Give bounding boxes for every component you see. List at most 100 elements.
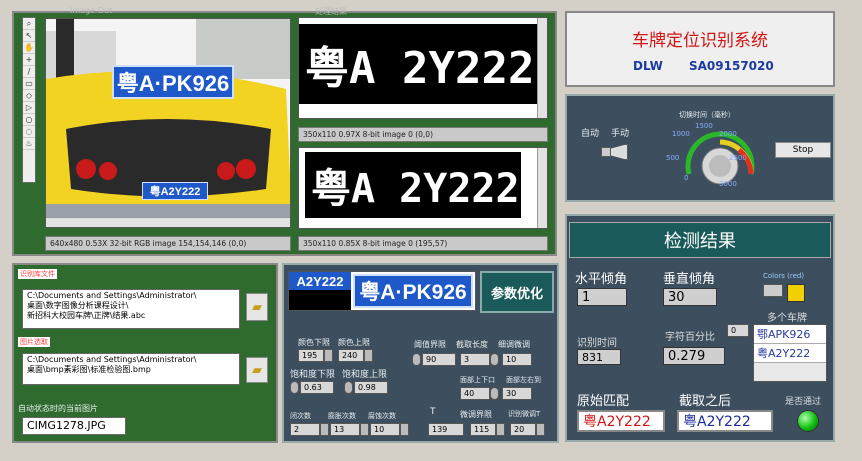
knob-tick: 1000: [672, 130, 690, 138]
tool-icon[interactable]: ▭: [23, 78, 35, 90]
knob-tick: 1500: [695, 122, 713, 130]
knob-title: 切换时间（毫秒）: [679, 111, 735, 119]
file-panel: 识别库文件 C:\Documents and Settings\Administ…: [12, 263, 278, 443]
tool-icon[interactable]: ♨: [23, 138, 35, 150]
color-picker-button[interactable]: [763, 284, 783, 297]
knob-tick: 0: [684, 174, 689, 182]
tool-icon[interactable]: /: [23, 66, 35, 78]
close-input[interactable]: 2: [290, 423, 320, 436]
cut-length-spinner[interactable]: [490, 353, 499, 366]
threshold-label: 阈值界限: [414, 340, 446, 349]
cut-length-input[interactable]: 3: [460, 353, 490, 366]
binary-plate-top: 粤A 2Y222: [299, 24, 537, 104]
recog-tune-spinner[interactable]: [536, 423, 545, 436]
tool-icon[interactable]: ▷: [23, 102, 35, 114]
image-out-title: Image Out: [70, 6, 113, 15]
colors-label: Colors (red): [763, 272, 805, 280]
scrollbar-vertical[interactable]: [537, 18, 547, 118]
knob-tick: 500: [666, 154, 680, 162]
sat-low-input[interactable]: 0.63: [300, 381, 334, 394]
mode-manual-label: 手动: [611, 129, 630, 139]
updown-input[interactable]: 40: [460, 387, 490, 400]
dilate-value: 10: [374, 425, 385, 434]
sat-high-value: 0.98: [358, 383, 376, 392]
color-swatch[interactable]: [787, 284, 805, 302]
color-high-input[interactable]: 240: [338, 349, 364, 362]
binary-plate-view-bottom[interactable]: 粤A 2Y222: [298, 147, 548, 229]
multi-plate-list[interactable]: 鄂APK926 粤A2Y222: [753, 324, 827, 382]
horizontal-scrollbar[interactable]: [46, 217, 290, 227]
tool-icon[interactable]: ◇: [23, 90, 35, 102]
tune-bound-value: 115: [474, 425, 490, 434]
recog-tune-input[interactable]: 20: [510, 423, 536, 436]
dilate-input[interactable]: 10: [370, 423, 400, 436]
recog-tune-value: 20: [514, 425, 525, 434]
cut-length-value: 3: [464, 355, 470, 364]
tool-icon[interactable]: ◌: [23, 126, 35, 138]
after-value: 粤A2Y222: [677, 410, 773, 432]
mode-toggle-switch[interactable]: [601, 144, 629, 160]
library-browse-button[interactable]: ▰: [246, 293, 268, 321]
tool-icon[interactable]: ○: [23, 114, 35, 126]
knob-tick: 2500: [729, 154, 747, 162]
source-image-view[interactable]: 粤A·PK926 粤A2Y222: [45, 18, 291, 228]
updown-spinner[interactable]: [490, 387, 499, 400]
author-name: DLW: [633, 59, 663, 73]
results-header: 检测结果: [569, 222, 831, 258]
image-path-field[interactable]: C:\Documents and Settings\Administrator\…: [22, 353, 240, 385]
leftright-input[interactable]: 30: [502, 387, 532, 400]
photo-bottom-plate: 粤A2Y222: [142, 182, 208, 200]
mode-auto-label: 自动: [581, 129, 600, 139]
stop-button[interactable]: Stop: [775, 142, 831, 158]
strip-plate-right: 粤A·PK926: [353, 274, 473, 308]
image-browse-button[interactable]: ▰: [246, 357, 268, 383]
erode-spinner[interactable]: [360, 423, 369, 436]
t-value: 139: [432, 425, 448, 434]
time-value: 831: [577, 349, 621, 365]
binary-top-status: 350x110 0.97X 8-bit image 0 (0,0): [298, 127, 548, 142]
threshold-spinner[interactable]: [412, 353, 421, 366]
tool-icon[interactable]: ↖: [23, 30, 35, 42]
original-value: 粤A2Y222: [577, 410, 665, 432]
char-pct-index[interactable]: 0: [727, 324, 749, 337]
horizontal-angle-value: 1: [577, 288, 627, 306]
tool-icon[interactable]: ✋: [23, 42, 35, 54]
sat-low-label: 饱和度下限: [290, 370, 336, 380]
tool-icon[interactable]: +: [23, 54, 35, 66]
close-spinner[interactable]: [320, 423, 329, 436]
erode-input[interactable]: 13: [330, 423, 360, 436]
source-status-bar: 640x480 0.53X 32-bit RGB image 154,154,1…: [45, 236, 291, 251]
multi-plate-label: 多个车牌: [767, 313, 807, 324]
threshold-value: 90: [426, 355, 437, 364]
knob-tick: 2000: [719, 130, 737, 138]
fine-tune-value: 10: [506, 355, 517, 364]
dilate-spinner[interactable]: [400, 423, 409, 436]
char-pct-value: 0.279: [663, 347, 725, 365]
tune-bound-input[interactable]: 115: [470, 423, 496, 436]
sat-low-spinner[interactable]: [290, 381, 299, 394]
fine-tune-input[interactable]: 10: [502, 353, 532, 366]
scrollbar-vertical[interactable]: [537, 148, 547, 228]
t-value-box: 139: [428, 423, 464, 436]
color-high-spinner[interactable]: [364, 349, 373, 362]
binary-plate-view-top[interactable]: 粤A 2Y222: [298, 17, 548, 119]
folder-icon: ▰: [252, 299, 262, 315]
results-panel: 检测结果 水平倾角 1 垂直倾角 30 Colors (red) 多个车牌 识别…: [565, 214, 835, 442]
tool-icon[interactable]: ⌕: [23, 18, 35, 30]
sat-high-spinner[interactable]: [344, 381, 353, 394]
color-low-spinner[interactable]: [324, 349, 333, 362]
binary-plate-bottom: 粤A 2Y222: [305, 152, 521, 218]
sat-high-input[interactable]: 0.98: [354, 381, 388, 394]
threshold-input[interactable]: 90: [422, 353, 456, 366]
optimize-button[interactable]: 参数优化: [480, 271, 554, 313]
binary-bottom-status: 350x110 0.85X 8-bit image 0 (195,57): [298, 236, 548, 251]
tune-bound-spinner[interactable]: [496, 423, 505, 436]
list-item[interactable]: 粤A2Y222: [754, 344, 826, 363]
params-panel: A2Y222 粤A·PK926 参数优化 颜色下限 颜色上限 阈值界限 截取长度…: [282, 263, 559, 443]
title-panel: 车牌定位识别系统 DLW SA09157020: [565, 11, 835, 87]
color-low-input[interactable]: 195: [298, 349, 324, 362]
image-select-label: 图片选取: [18, 337, 50, 347]
library-path-field[interactable]: C:\Documents and Settings\Administrator\…: [22, 289, 240, 329]
list-item[interactable]: 鄂APK926: [754, 325, 826, 344]
vertical-angle-value: 30: [663, 288, 717, 306]
